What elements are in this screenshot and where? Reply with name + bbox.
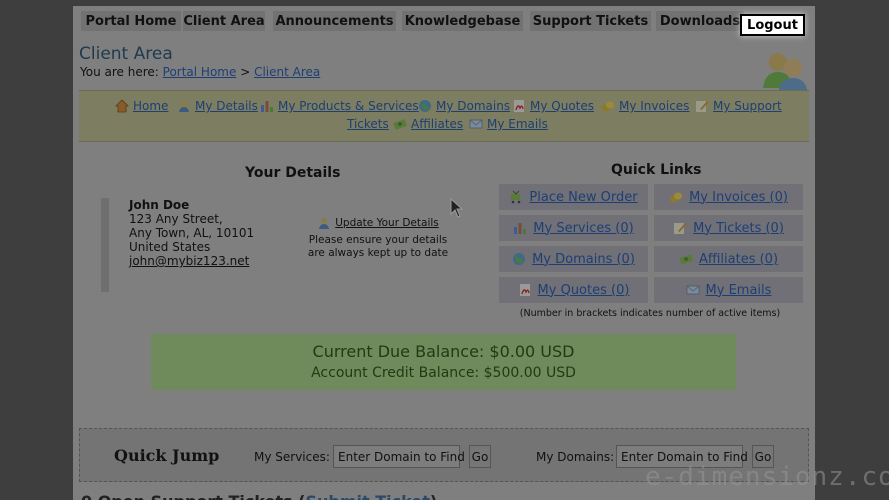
nav-tab-downloads[interactable]: Downloads [656, 11, 744, 31]
menu-item-affiliates[interactable]: Affiliates [393, 117, 463, 131]
update-details-note: Please ensure your details are always ke… [307, 234, 449, 259]
user-icon [319, 217, 330, 229]
coins-icon [602, 101, 614, 112]
open-tickets-text: 0 Open Support Tickets ( [81, 492, 306, 500]
update-details-link[interactable]: Update Your Details [317, 216, 439, 230]
coins-icon [670, 192, 683, 203]
menu-item-my-quotes[interactable]: My Quotes [512, 99, 594, 113]
money-icon [393, 119, 407, 130]
open-tickets-close: ) [430, 492, 437, 500]
menu-item-my-details[interactable]: My Details [177, 99, 258, 113]
client-city: Any Town, AL, 10101 [129, 226, 255, 240]
pdf-icon [519, 284, 530, 296]
nav-tab-knowledgebase[interactable]: Knowledgebase [402, 11, 523, 31]
breadcrumb-prefix: You are here: [80, 65, 159, 79]
globe-icon [419, 100, 431, 112]
open-tickets-heading: 0 Open Support Tickets (Submit Ticket) [81, 492, 437, 500]
page-title: Client Area [79, 44, 173, 64]
menu-item-my-domains[interactable]: My Domains [418, 99, 510, 113]
menu-item-home[interactable]: Home [115, 99, 168, 113]
quick-link-label: My Services (0) [533, 220, 634, 236]
my-services-label: My Services: [254, 450, 330, 464]
client-country: United States [129, 240, 211, 254]
account-credit-balance: Account Credit Balance: $500.00 USD [311, 365, 576, 381]
user-icon [179, 100, 189, 112]
menu-item-my-products[interactable]: My Products & Services [260, 99, 419, 113]
update-details-section: Update Your Details Please ensure your d… [303, 216, 453, 260]
bar-chart-icon [514, 223, 527, 234]
nav-tab-announcements[interactable]: Announcements [273, 11, 396, 31]
menu-item-my-support[interactable]: My Support [695, 99, 782, 113]
client-name: John Doe [129, 198, 190, 212]
users-icon [763, 53, 808, 94]
nav-tab-support-tickets[interactable]: Support Tickets [530, 11, 651, 31]
cart-icon [511, 190, 521, 204]
menu-label-my-invoices: My Invoices [619, 99, 690, 113]
client-email-link[interactable]: john@mybiz123.net [129, 254, 281, 268]
pencil-note-icon [696, 101, 709, 112]
quick-link-label: Place New Order [529, 189, 638, 205]
client-street: 123 Any Street, [129, 212, 223, 226]
current-due-balance: Current Due Balance: $0.00 USD [312, 342, 575, 361]
envelope-icon [469, 119, 483, 129]
menu-label-my-details: My Details [195, 99, 258, 113]
quick-jump-title: Quick Jump [114, 446, 220, 465]
bar-chart-icon [261, 101, 273, 112]
client-menu-bar: Home My Details My Products & Services M… [79, 90, 809, 142]
your-details-heading: Your Details [245, 165, 341, 181]
quick-link-label: My Emails [705, 282, 772, 298]
quick-link-label: My Invoices (0) [689, 189, 788, 205]
breadcrumb-separator: > [240, 65, 251, 79]
globe-icon [513, 253, 526, 265]
menu-label-my-emails: My Emails [487, 117, 548, 131]
menu-label-my-support: My Support [713, 99, 782, 113]
my-domains-label: My Domains: [536, 450, 615, 464]
quick-links-heading: Quick Links [611, 162, 702, 178]
top-navigation: Portal Home Client Area Announcements Kn… [73, 6, 815, 32]
menu-label-home: Home [133, 99, 169, 113]
menu-label-affiliates: Affiliates [411, 117, 464, 131]
money-icon [679, 254, 693, 265]
quick-link-my-quotes[interactable]: My Quotes (0) [499, 277, 648, 303]
logout-button[interactable]: Logout [740, 14, 805, 36]
balance-panel: Current Due Balance: $0.00 USD Account C… [151, 334, 736, 390]
nav-tab-portal-home[interactable]: Portal Home [81, 11, 181, 31]
update-details-label: Update Your Details [335, 216, 439, 229]
quick-link-label: My Domains (0) [532, 251, 635, 267]
quick-link-affiliates[interactable]: Affiliates (0) [654, 246, 803, 272]
quick-link-my-domains[interactable]: My Domains (0) [499, 246, 648, 272]
quick-link-label: My Tickets (0) [693, 220, 784, 236]
quick-link-my-invoices[interactable]: My Invoices (0) [654, 184, 803, 210]
menu-item-tickets[interactable]: Tickets [347, 117, 389, 131]
pdf-icon [514, 100, 524, 112]
menu-label-tickets: Tickets [347, 117, 389, 131]
mouse-cursor-icon [450, 198, 464, 218]
menu-item-my-invoices[interactable]: My Invoices [601, 99, 689, 113]
breadcrumb: You are here: Portal Home > Client Area [80, 65, 320, 79]
services-go-button[interactable]: Go [469, 445, 491, 468]
menu-label-my-domains: My Domains [436, 99, 511, 113]
quick-link-place-new-order[interactable]: Place New Order [499, 184, 648, 210]
quick-link-label: My Quotes (0) [537, 282, 630, 298]
submit-ticket-link[interactable]: Submit Ticket [306, 492, 430, 500]
pencil-note-icon [674, 223, 687, 234]
quick-link-my-tickets[interactable]: My Tickets (0) [654, 215, 803, 241]
nav-tab-client-area[interactable]: Client Area [183, 11, 265, 31]
services-search-input[interactable]: Enter Domain to Find [333, 445, 465, 468]
quick-links-note: (Number in brackets indicates number of … [519, 308, 781, 319]
envelope-icon [686, 285, 699, 295]
breadcrumb-link-portal-home[interactable]: Portal Home [163, 65, 237, 79]
menu-label-my-quotes: My Quotes [530, 99, 595, 113]
quick-link-label: Affiliates (0) [698, 251, 779, 267]
menu-label-my-products: My Products & Services [278, 99, 419, 113]
menu-item-my-emails[interactable]: My Emails [469, 117, 548, 131]
watermark: e-dimensionz.com [645, 462, 889, 492]
quick-link-my-emails[interactable]: My Emails [654, 277, 803, 303]
client-area-page: Portal Home Client Area Announcements Kn… [73, 6, 815, 500]
quick-link-my-services[interactable]: My Services (0) [499, 215, 648, 241]
house-icon [115, 99, 129, 113]
address-block: John Doe 123 Any Street, Any Town, AL, 1… [101, 198, 281, 292]
breadcrumb-link-client-area[interactable]: Client Area [254, 65, 320, 79]
